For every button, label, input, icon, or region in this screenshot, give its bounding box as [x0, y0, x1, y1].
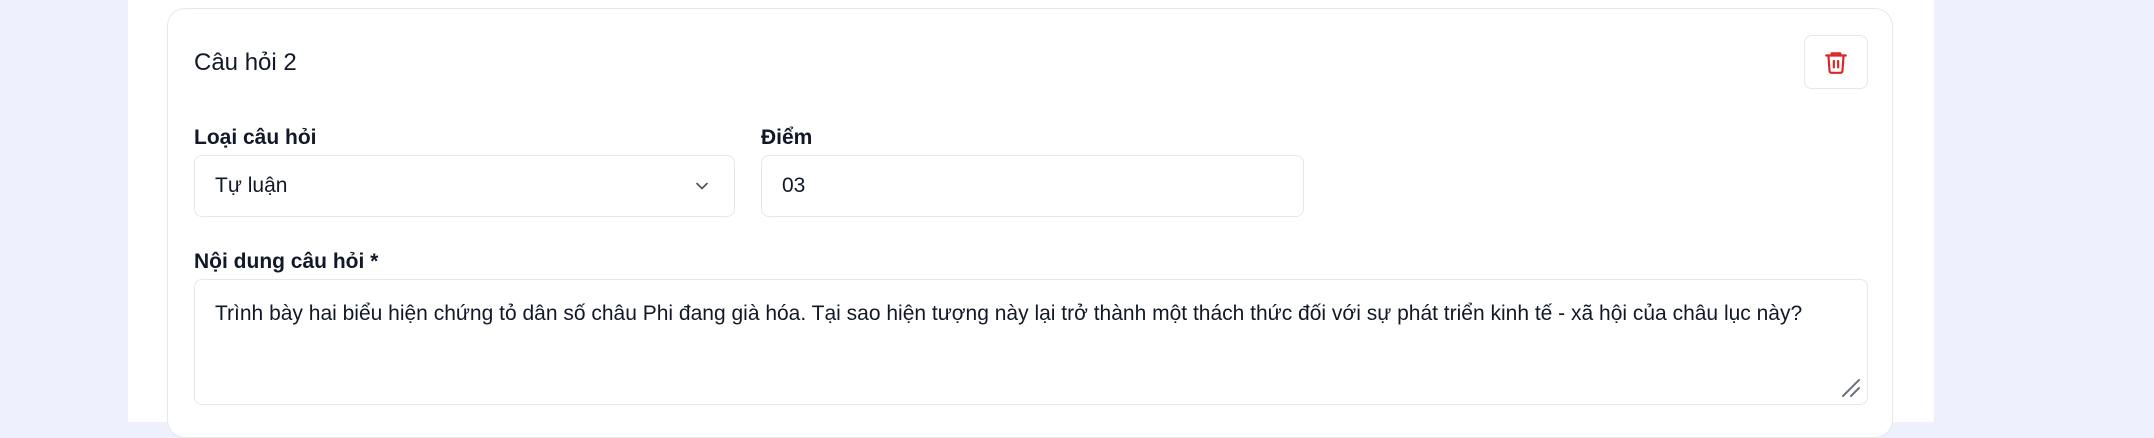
- question-type-value: Tự luận: [215, 174, 288, 197]
- resize-handle-icon[interactable]: [1839, 376, 1861, 398]
- delete-question-button[interactable]: [1804, 35, 1868, 89]
- score-field[interactable]: [761, 155, 1304, 217]
- chevron-down-icon: [696, 182, 708, 190]
- question-content-label: Nội dung câu hỏi *: [194, 250, 379, 273]
- question-content-textarea[interactable]: Trình bày hai biểu hiện chứng tỏ dân số …: [194, 279, 1868, 405]
- score-label: Điểm: [761, 126, 813, 149]
- question-card: Câu hỏi 2 Loại câu hỏi Tự luận Điểm Nội …: [167, 8, 1893, 438]
- question-title: Câu hỏi 2: [194, 49, 297, 76]
- question-type-select[interactable]: Tự luận: [194, 155, 735, 217]
- trash-icon: [1825, 52, 1847, 74]
- question-type-label: Loại câu hỏi: [194, 126, 317, 149]
- score-input[interactable]: [782, 174, 1303, 198]
- question-content-text: Trình bày hai biểu hiện chứng tỏ dân số …: [215, 302, 1803, 325]
